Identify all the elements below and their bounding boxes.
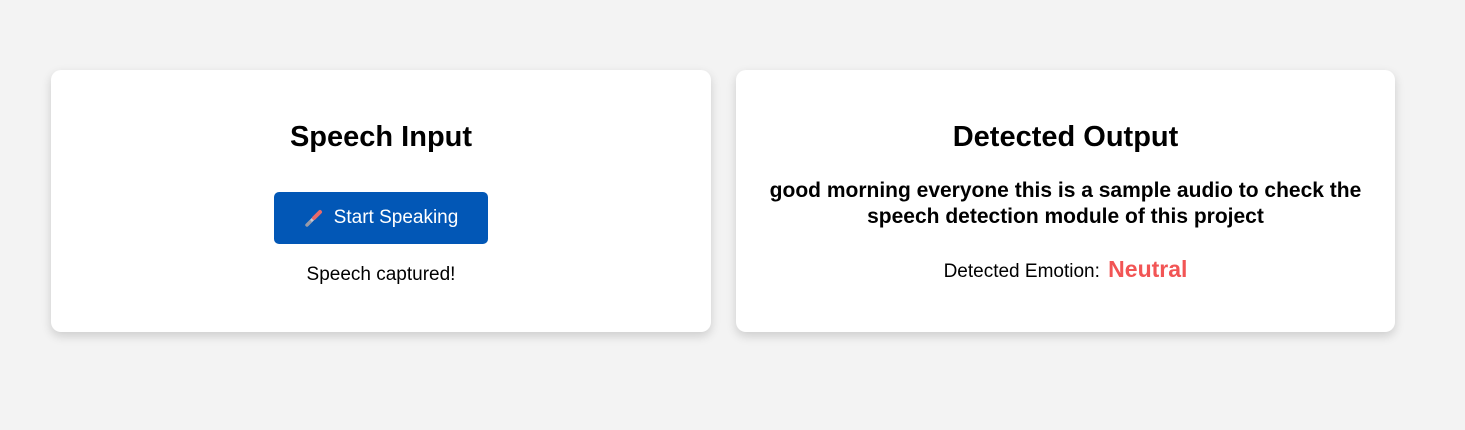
speech-status: Speech captured!	[306, 264, 456, 285]
speech-input-card: Speech Input Start Speaking Speech captu…	[51, 70, 711, 332]
detected-output-title: Detected Output	[952, 121, 1179, 153]
start-speaking-button[interactable]: Start Speaking	[274, 192, 488, 244]
emotion-line: Detected Emotion: Neutral	[736, 255, 1395, 286]
start-speaking-label: Start Speaking	[333, 207, 459, 228]
emotion-value: Neutral	[1108, 256, 1188, 282]
emotion-label: Detected Emotion:	[943, 261, 1100, 282]
transcript-text: good morning everyone this is a sample a…	[769, 179, 1362, 228]
microphone-icon	[304, 208, 324, 228]
speech-input-title: Speech Input	[289, 121, 473, 153]
detected-output-card: Detected Output good morning everyone th…	[736, 70, 1395, 332]
